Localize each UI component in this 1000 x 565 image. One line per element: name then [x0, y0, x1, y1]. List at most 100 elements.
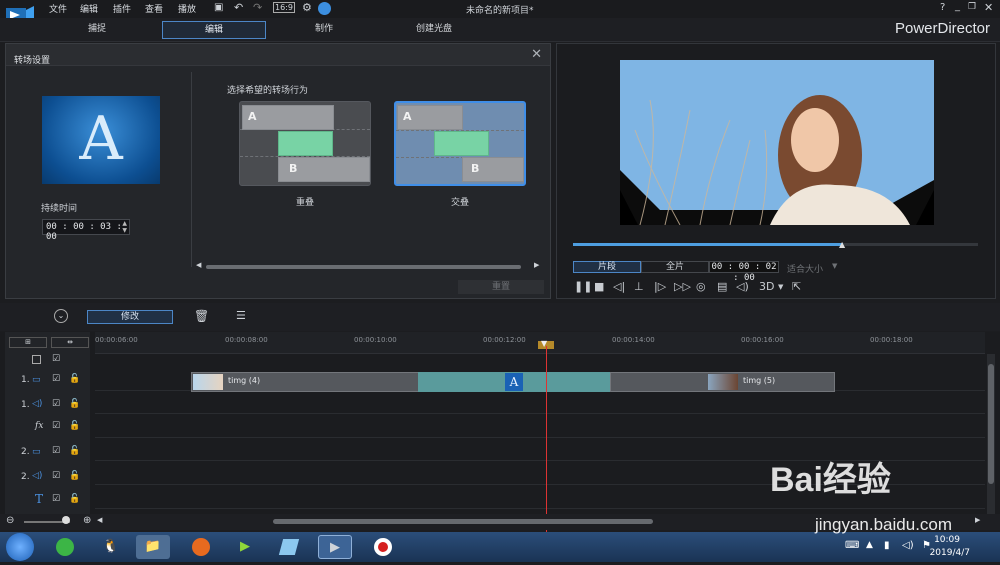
aspect-ratio-icon[interactable]: 16:9 [273, 2, 295, 13]
menu-edit[interactable]: 编辑 [80, 2, 98, 15]
progress-handle[interactable]: ▲ [839, 240, 845, 249]
chevron-down-icon[interactable]: ⌄ [54, 309, 68, 323]
clock-date[interactable]: 2019/4/7 [930, 548, 970, 558]
panel-scrollbar[interactable]: ◀ ▶ [196, 261, 541, 271]
track-toggle[interactable] [32, 355, 41, 364]
next-frame-icon[interactable]: |▷ [654, 280, 666, 293]
redo-icon[interactable]: ↷ [253, 1, 262, 14]
overlap-option[interactable]: A B [239, 101, 371, 186]
checkbox-icon[interactable]: ☑ [52, 399, 60, 409]
ruler-tick-label: 00:00:18:00 [870, 336, 913, 344]
scrollbar-thumb[interactable] [206, 265, 521, 269]
snapshot-icon[interactable]: ◎ [696, 280, 706, 293]
audio-track-1 [95, 392, 985, 414]
pause-icon[interactable]: ❚❚ [574, 280, 592, 293]
zoom-out-icon[interactable]: ⊖ [6, 515, 14, 526]
lock-icon[interactable]: 🔓 [69, 446, 80, 456]
app-icon[interactable] [272, 535, 306, 559]
prev-frame-icon[interactable]: ◁| [613, 280, 625, 293]
scroll-right-icon[interactable]: ▶ [975, 516, 980, 524]
list-icon[interactable]: ☰ [236, 309, 246, 322]
modify-button[interactable]: 修改 [87, 310, 173, 324]
tray-arrow-icon[interactable]: ▲ [866, 540, 873, 550]
playback-progress[interactable] [573, 243, 978, 246]
lock-icon[interactable]: 🔓 [69, 399, 80, 409]
crossfade-option[interactable]: A B [394, 101, 526, 186]
save-icon[interactable]: ▣ [214, 2, 223, 13]
ruler-tick-label: 00:00:06:00 [95, 336, 138, 344]
trash-icon[interactable]: 🗑 [194, 309, 209, 323]
keyboard-icon[interactable]: ⌨ [845, 540, 859, 551]
lock-icon[interactable]: 🔓 [69, 374, 80, 384]
lock-icon[interactable]: 🔓 [69, 494, 80, 504]
checkbox-icon[interactable]: ☑ [52, 471, 60, 481]
checkbox-icon[interactable]: ☑ [52, 354, 60, 364]
tab-capture[interactable]: 捕捉 [45, 21, 149, 39]
video-clip-2[interactable]: timg (5) [610, 372, 835, 392]
chevron-down-icon[interactable]: ▼ [832, 262, 837, 270]
record-icon[interactable] [366, 535, 400, 559]
fx-track [95, 416, 985, 438]
subtitle-icon[interactable]: ▤ [717, 280, 727, 293]
checkbox-icon[interactable]: ☑ [52, 374, 60, 384]
powerdirector-taskbar-icon[interactable]: ▶ [318, 535, 352, 559]
transition-marker[interactable]: A [505, 373, 523, 391]
time-ruler[interactable]: 00:00:06:00 00:00:08:00 00:00:10:00 00:0… [95, 332, 985, 354]
checkbox-icon[interactable]: ☑ [52, 494, 60, 504]
duration-input[interactable]: 00 : 00 : 03 : 00 ▲ ▼ [42, 219, 130, 242]
browser-icon[interactable] [48, 535, 82, 559]
fit-size-dropdown[interactable]: 适合大小 [787, 262, 823, 275]
media-player-icon[interactable]: ▶ [228, 535, 262, 559]
clock-time[interactable]: 10:09 [934, 535, 960, 545]
stop-icon[interactable]: ■ [594, 280, 604, 293]
minimize-icon[interactable]: _ [955, 1, 960, 12]
scrollbar-thumb[interactable] [988, 364, 994, 484]
menu-plugins[interactable]: 插件 [113, 2, 131, 15]
checkbox-icon[interactable]: ☑ [52, 446, 60, 456]
qq-icon[interactable]: 🐧 [94, 535, 128, 559]
timeline-hscroll-thumb[interactable] [273, 519, 653, 524]
help-icon[interactable]: ? [940, 2, 945, 13]
volume-icon[interactable]: ◁) [736, 280, 749, 293]
fast-forward-icon[interactable]: ▷▷ [674, 280, 691, 293]
tab-edit[interactable]: 编辑 [162, 21, 266, 39]
reset-button[interactable]: 重置 [458, 280, 544, 294]
restore-icon[interactable]: ❐ [968, 2, 976, 12]
fit-timeline-icon[interactable]: ⊞ [9, 337, 47, 348]
undock-icon[interactable]: ⇱ [792, 280, 801, 293]
scroll-left-icon[interactable]: ◀ [196, 261, 201, 269]
ruler-tick-label: 00:00:10:00 [354, 336, 397, 344]
gear-icon[interactable]: ⚙ [302, 1, 312, 14]
explorer-icon[interactable]: 📁 [136, 535, 170, 559]
tab-produce[interactable]: 制作 [272, 21, 376, 39]
lock-icon[interactable]: 🔓 [69, 421, 80, 431]
start-button-icon[interactable] [6, 533, 34, 561]
menu-play[interactable]: 播放 [178, 2, 196, 15]
undo-icon[interactable]: ↶ [234, 1, 243, 14]
firefox-icon[interactable] [184, 535, 218, 559]
3d-mode-button[interactable]: 3D [759, 280, 774, 293]
checkbox-icon[interactable]: ☑ [52, 421, 60, 431]
scroll-left-icon[interactable]: ◀ [97, 516, 102, 524]
zoom-in-icon[interactable]: ⊕ [83, 515, 91, 526]
mark-icon[interactable]: ⊥ [634, 280, 644, 293]
spin-up-icon[interactable]: ▲ [122, 220, 127, 227]
timeline-vscroll[interactable] [987, 354, 995, 514]
clip-mode-button[interactable]: 片段 [573, 261, 641, 273]
scroll-right-icon[interactable]: ▶ [534, 261, 539, 269]
chevron-down-icon[interactable]: ▼ [778, 283, 783, 291]
close-icon[interactable]: ✕ [984, 1, 993, 14]
menu-file[interactable]: 文件 [49, 2, 67, 15]
tab-create-disc[interactable]: 创建光盘 [382, 21, 486, 39]
panel-close-icon[interactable]: ✕ [531, 47, 542, 62]
zoom-timeline-icon[interactable]: ⇹ [51, 337, 89, 348]
spin-down-icon[interactable]: ▼ [122, 227, 127, 234]
network-icon[interactable]: ▮ [884, 540, 890, 551]
timecode-display[interactable]: 00 : 00 : 02 : 00 [709, 261, 779, 283]
movie-mode-button[interactable]: 全片 [641, 261, 709, 273]
account-icon[interactable] [318, 2, 331, 15]
speaker-icon[interactable]: ◁) [902, 540, 914, 551]
menu-view[interactable]: 查看 [145, 2, 163, 15]
lock-icon[interactable]: 🔓 [69, 471, 80, 481]
zoom-slider-handle[interactable] [62, 516, 70, 524]
